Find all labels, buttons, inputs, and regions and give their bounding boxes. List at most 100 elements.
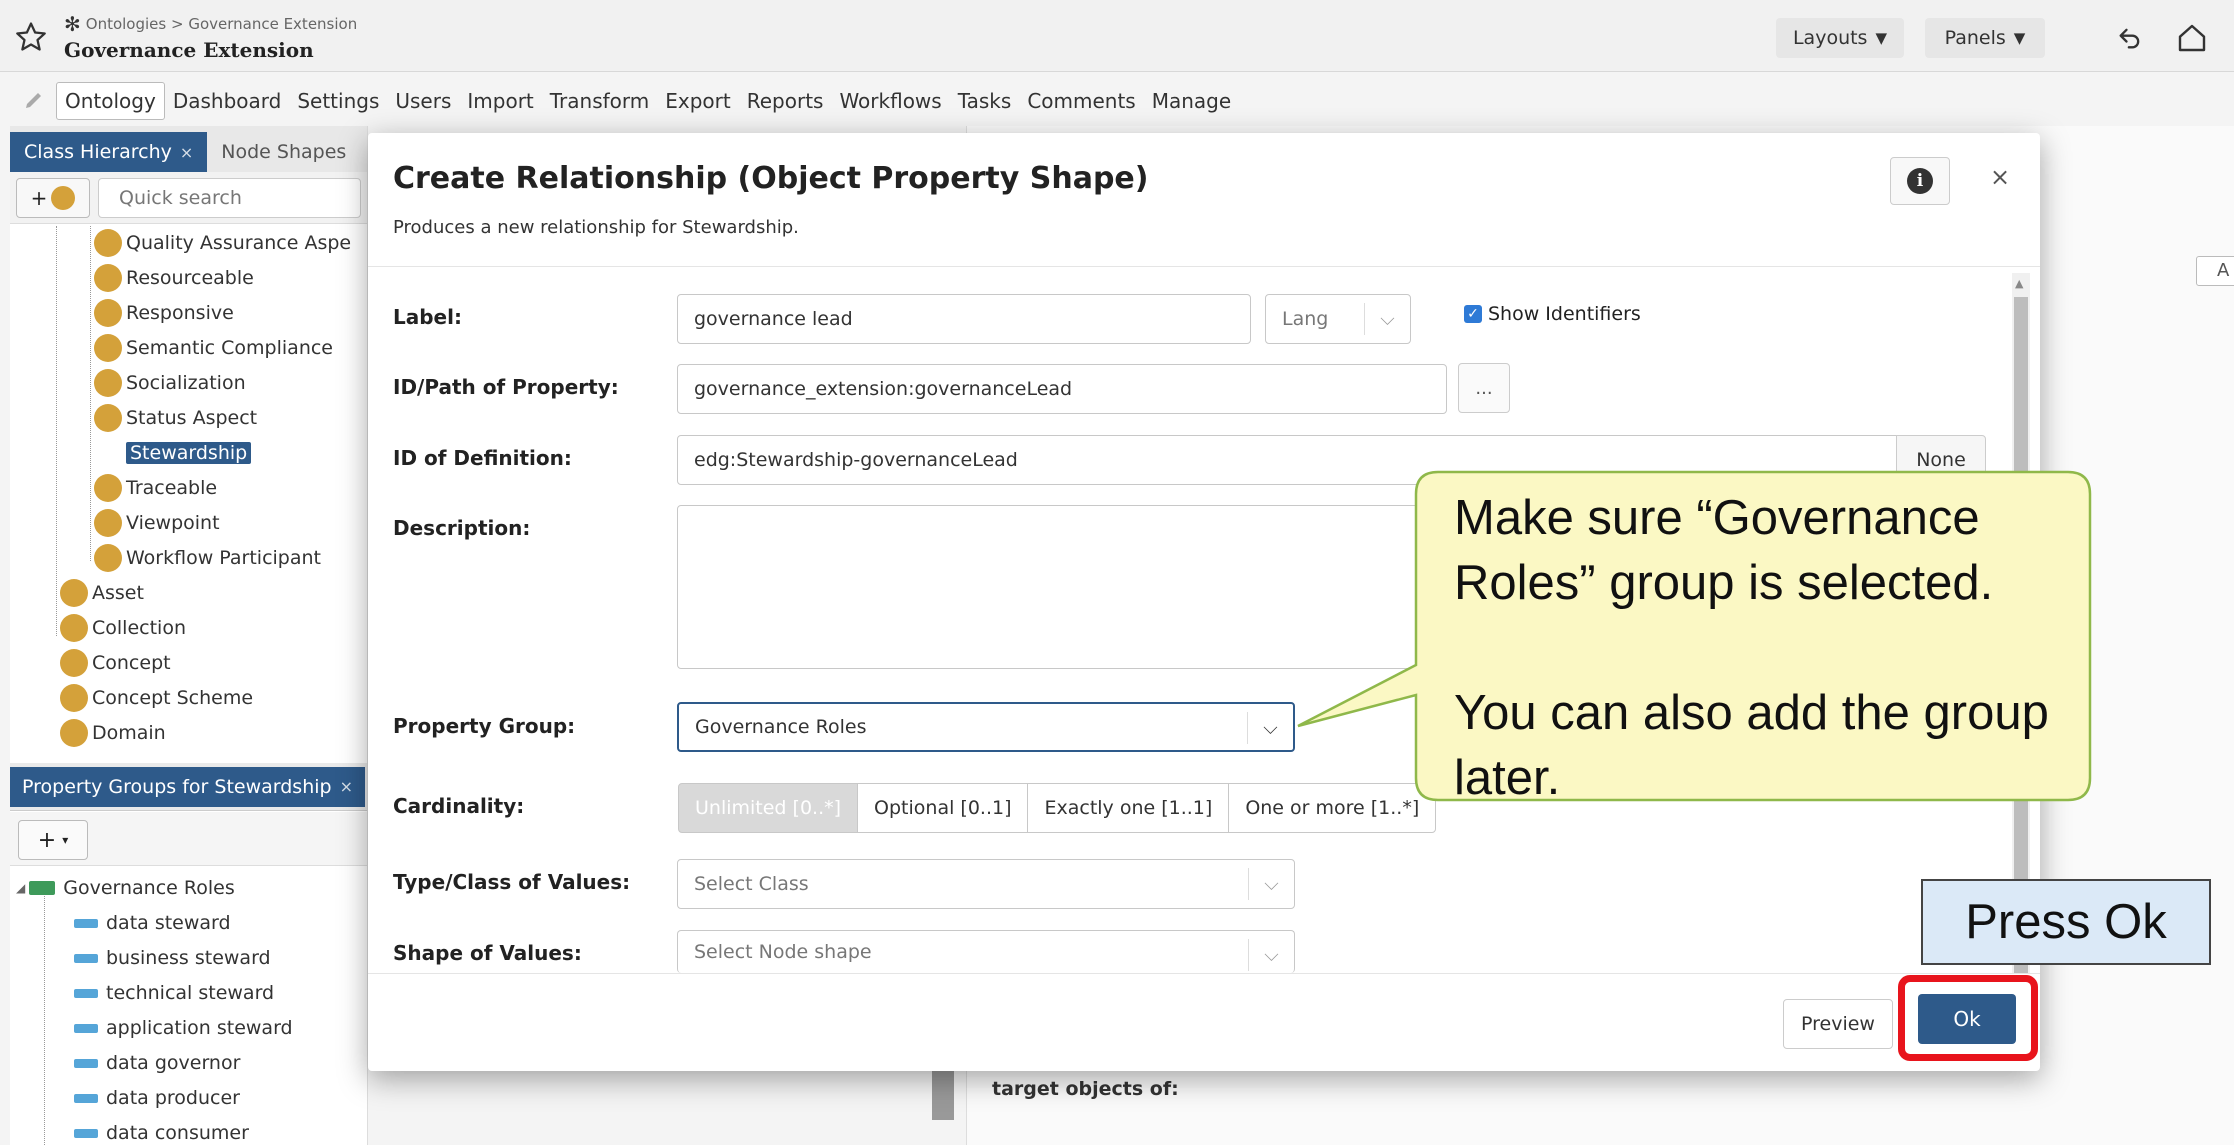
menu-transform[interactable]: Transform — [542, 83, 657, 119]
menu-settings[interactable]: Settings — [289, 83, 387, 119]
tree-item-label: Domain — [92, 722, 166, 744]
press-ok-note: Press Ok — [1921, 879, 2211, 965]
target-objects-label: target objects of: — [992, 1078, 1179, 1100]
group-item[interactable]: ◢ Governance Roles — [16, 871, 235, 905]
lang-select[interactable]: Lang ⌵ — [1265, 294, 1411, 344]
class-icon — [94, 439, 122, 467]
property-item[interactable]: data consumer — [74, 1116, 249, 1145]
tree-item[interactable]: Collection — [60, 611, 186, 645]
tree-item-label: Quality Assurance Aspe — [126, 232, 352, 254]
panels-button[interactable]: Panels ▼ — [1925, 18, 2045, 58]
star-icon[interactable] — [14, 20, 48, 54]
menu-export[interactable]: Export — [657, 83, 738, 119]
chevron-down-icon: ⌵ — [1248, 868, 1294, 900]
tab-property-groups[interactable]: Property Groups for Stewardship × — [10, 766, 365, 807]
label-input[interactable]: governance lead — [677, 294, 1251, 344]
ok-highlight — [1898, 975, 2038, 1061]
tree-item-label: Workflow Participant — [126, 547, 321, 569]
tree-item[interactable]: Concept Scheme — [60, 681, 253, 715]
info-button[interactable]: i — [1890, 157, 1950, 205]
id-path-input[interactable]: governance_extension:governanceLead — [677, 364, 1447, 414]
property-icon — [74, 1128, 98, 1138]
class-icon — [94, 264, 122, 292]
search-input[interactable]: Quick search — [98, 177, 361, 218]
shape-label: Shape of Values: — [393, 941, 582, 965]
tree-item[interactable]: Status Aspect — [94, 401, 257, 435]
page-title: Governance Extension — [64, 38, 314, 62]
tree-item[interactable]: Asset — [60, 576, 144, 610]
property-group-value: Governance Roles — [695, 716, 867, 738]
tree-item[interactable]: Semantic Compliance — [94, 331, 333, 365]
property-label: data steward — [106, 912, 231, 934]
menu-reports[interactable]: Reports — [739, 83, 832, 119]
property-group-label: Property Group: — [393, 714, 576, 738]
class-icon — [94, 369, 122, 397]
tree-item[interactable]: Domain — [60, 716, 166, 750]
main-menu: Ontology Dashboard Settings Users Import… — [0, 78, 2234, 124]
tree-item[interactable]: Resourceable — [94, 261, 254, 295]
collapse-icon[interactable]: ◢ — [16, 881, 25, 895]
menu-users[interactable]: Users — [387, 83, 459, 119]
menu-manage[interactable]: Manage — [1144, 83, 1239, 119]
more-button[interactable]: ... — [1458, 363, 1510, 413]
panels-label: Panels — [1944, 27, 2006, 49]
group-icon — [29, 881, 56, 895]
show-identifiers-checkbox[interactable]: ✓ Show Identifiers — [1464, 303, 1641, 325]
menu-import[interactable]: Import — [459, 83, 541, 119]
property-label: data governor — [106, 1052, 241, 1074]
tree-item[interactable]: Quality Assurance Aspe — [94, 226, 351, 260]
layouts-button[interactable]: Layouts ▼ — [1776, 18, 1904, 58]
menu-workflows[interactable]: Workflows — [831, 83, 949, 119]
tree-item[interactable]: Responsive — [94, 296, 234, 330]
property-group-select[interactable]: Governance Roles ⌵ — [677, 702, 1295, 752]
undo-icon[interactable] — [2110, 18, 2150, 58]
panel-tabs: Class Hierarchy × Node Shapes — [10, 126, 367, 172]
edge-button[interactable]: A — [2196, 256, 2234, 286]
property-item[interactable]: data steward — [74, 906, 231, 940]
menu-dashboard[interactable]: Dashboard — [165, 83, 290, 119]
tab-node-shapes[interactable]: Node Shapes — [207, 132, 360, 172]
shape-select[interactable]: Select Node shape ⌵ — [677, 930, 1295, 973]
menu-ontology[interactable]: Ontology — [56, 82, 165, 120]
tree-item[interactable]: Workflow Participant — [94, 541, 321, 575]
tree-item[interactable]: Traceable — [94, 471, 217, 505]
preview-button[interactable]: Preview — [1783, 999, 1893, 1049]
add-class-button[interactable]: + — [16, 177, 90, 218]
close-icon[interactable]: × — [340, 777, 353, 796]
property-item[interactable]: technical steward — [74, 976, 274, 1010]
breadcrumb-text[interactable]: Ontologies > Governance Extension — [86, 15, 357, 33]
tree-item-label: Collection — [92, 617, 186, 639]
close-icon[interactable]: × — [180, 143, 193, 162]
property-item[interactable]: application steward — [74, 1011, 293, 1045]
tree-item[interactable]: Concept — [60, 646, 171, 680]
chevron-down-icon: ⌵ — [1364, 303, 1410, 335]
breadcrumb[interactable]: ✻ Ontologies > Governance Extension — [64, 12, 357, 36]
home-icon[interactable] — [2172, 18, 2212, 58]
tab-class-hierarchy[interactable]: Class Hierarchy × — [10, 132, 208, 172]
tree-item[interactable]: Viewpoint — [94, 506, 220, 540]
tree-item[interactable]: Socialization — [94, 366, 246, 400]
menu-tasks[interactable]: Tasks — [950, 83, 1020, 119]
group-label: Governance Roles — [63, 877, 235, 899]
add-group-button[interactable]: + ▾ — [18, 820, 88, 860]
property-item[interactable]: business steward — [74, 941, 271, 975]
callout-text: Make sure “Governance Roles” group is se… — [1454, 486, 2074, 811]
property-item[interactable]: data producer — [74, 1081, 240, 1115]
scroll-up-icon[interactable]: ▲ — [2015, 277, 2023, 290]
property-label: technical steward — [106, 982, 275, 1004]
cardinality-optional[interactable]: Optional [0..1] — [857, 783, 1029, 833]
close-button[interactable]: × — [1990, 163, 2010, 191]
tab-label: Node Shapes — [221, 141, 347, 163]
divider — [368, 266, 2040, 267]
top-bar: ✻ Ontologies > Governance Extension Gove… — [0, 0, 2234, 72]
class-icon — [60, 579, 88, 607]
tree-item-selected[interactable]: Stewardship — [94, 436, 252, 470]
tab-label: Class Hierarchy — [24, 141, 172, 163]
property-item[interactable]: data governor — [74, 1046, 240, 1080]
class-icon — [60, 649, 88, 677]
menu-comments[interactable]: Comments — [1019, 83, 1143, 119]
tree-item-label: Concept Scheme — [92, 687, 254, 709]
cardinality-unlimited[interactable]: Unlimited [0..*] — [678, 783, 859, 833]
type-select[interactable]: Select Class ⌵ — [677, 859, 1295, 909]
cardinality-exactly-one[interactable]: Exactly one [1..1] — [1027, 783, 1230, 833]
